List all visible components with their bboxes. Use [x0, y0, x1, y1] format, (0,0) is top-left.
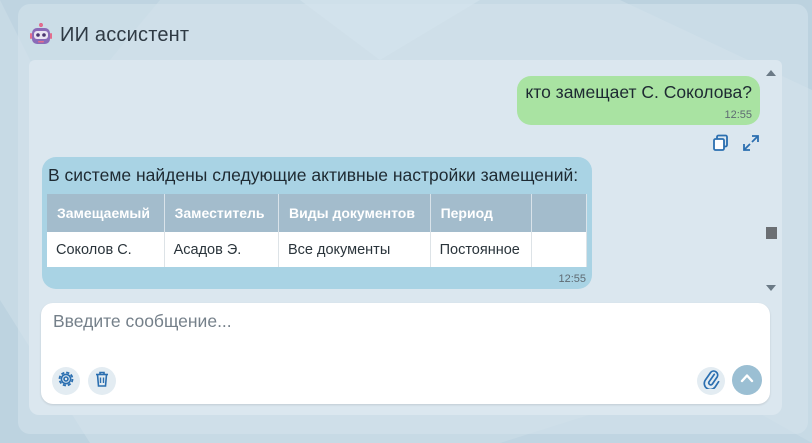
- table-header-row: Замещаемый Заместитель Виды документов П…: [47, 194, 587, 232]
- table-cell: Постоянное: [430, 232, 533, 267]
- column-header: Заместитель: [164, 194, 280, 232]
- column-header: [531, 194, 587, 232]
- clear-chat-button[interactable]: [88, 367, 116, 395]
- robot-icon: [30, 23, 52, 47]
- settings-button[interactable]: [52, 367, 80, 395]
- expand-icon[interactable]: [742, 134, 760, 152]
- table-cell: Асадов Э.: [164, 232, 280, 267]
- scroll-down-arrow[interactable]: [766, 285, 776, 291]
- assistant-message: В системе найдены следующие активные нас…: [42, 157, 592, 289]
- header: ИИ ассистент: [30, 20, 189, 50]
- assistant-message-text: В системе найдены следующие активные нас…: [48, 165, 579, 185]
- send-button[interactable]: [732, 365, 762, 395]
- paperclip-icon: [701, 369, 721, 394]
- column-header: Замещаемый: [47, 194, 165, 232]
- substitutions-table: Замещаемый Заместитель Виды документов П…: [47, 194, 587, 267]
- page-title: ИИ ассистент: [60, 23, 190, 46]
- copy-icon[interactable]: [712, 134, 730, 152]
- assistant-message-time: 12:55: [558, 273, 586, 285]
- message-input-placeholder: Введите сообщение...: [53, 311, 232, 331]
- table-row: Соколов С. Асадов Э. Все документы Посто…: [47, 232, 587, 267]
- column-header: Виды документов: [278, 194, 431, 232]
- chat-area[interactable]: кто замещает С. Соколова? 12:55 В систем…: [29, 60, 782, 293]
- trash-icon: [93, 370, 111, 393]
- table-cell: [531, 232, 587, 267]
- table-cell: Соколов С.: [47, 232, 165, 267]
- column-header: Период: [430, 194, 533, 232]
- settings-icon: [56, 369, 76, 394]
- scrollbar-thumb[interactable]: [766, 227, 777, 239]
- user-message-text: кто замещает С. Соколова?: [525, 82, 752, 102]
- attach-button[interactable]: [697, 367, 725, 395]
- send-icon: [739, 370, 755, 391]
- composer: Введите сообщение...: [29, 293, 782, 415]
- table-cell: Все документы: [278, 232, 431, 267]
- user-message: кто замещает С. Соколова? 12:55: [517, 76, 760, 125]
- user-message-time: 12:55: [724, 109, 752, 121]
- message-input[interactable]: Введите сообщение...: [41, 303, 770, 404]
- message-actions: [712, 134, 760, 152]
- scroll-up-arrow[interactable]: [766, 70, 776, 76]
